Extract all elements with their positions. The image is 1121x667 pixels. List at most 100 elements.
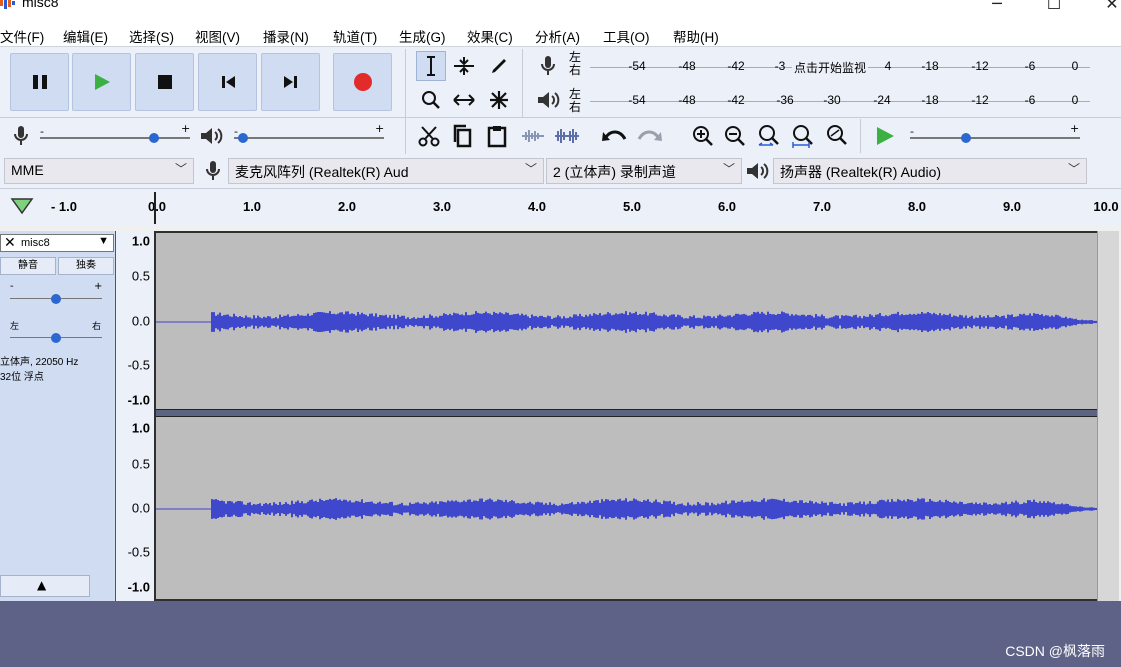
zoom-toggle-icon <box>827 125 847 145</box>
timeline-label: 6.0 <box>717 199 737 214</box>
menu-view[interactable]: 视图(V) <box>195 26 240 46</box>
left-channel-label: 左 <box>569 87 582 101</box>
monitor-prompt[interactable]: 点击开始监视 <box>791 59 869 76</box>
toolbar-separator <box>0 117 1121 118</box>
playback-meter-button[interactable] <box>533 85 563 115</box>
zoom-out-button[interactable] <box>720 121 750 151</box>
timeline-ruler[interactable]: - 1.0 0.0 1.0 2.0 3.0 4.0 5.0 6.0 7.0 8.0 9.0 10.0 <box>0 188 1121 226</box>
amplitude-label: 0.0 <box>131 500 150 516</box>
scissors-icon <box>418 126 440 147</box>
mute-button[interactable]: 静音 <box>0 257 56 275</box>
slider-thumb[interactable] <box>51 294 61 304</box>
playback-volume-speaker-button[interactable] <box>196 121 226 151</box>
zoom-tool-icon <box>422 91 440 109</box>
track-name-bar[interactable]: ✕ misc8 ▼ <box>0 234 114 252</box>
timeline-label: 1.0 <box>242 199 262 214</box>
playhead-marker[interactable] <box>154 192 156 224</box>
menu-transport[interactable]: 播录(N) <box>263 26 309 46</box>
multi-tool-button[interactable] <box>484 85 514 115</box>
meter-tick: -3 <box>774 59 786 73</box>
chevron-down-icon: ﹀ <box>722 162 735 176</box>
playback-device-value: 扬声器 (Realtek(R) Audio) <box>780 164 942 180</box>
menu-edit[interactable]: 编辑(E) <box>63 26 108 46</box>
meter-tick: -6 <box>1024 93 1036 107</box>
pin-head-icon[interactable] <box>10 197 34 215</box>
audio-host-select[interactable]: MME ﹀ <box>4 158 194 184</box>
meter-tick: -12 <box>971 59 989 73</box>
timeshift-tool-icon <box>453 94 475 106</box>
recording-device-select[interactable]: 麦克风阵列 (Realtek(R) Aud ﹀ <box>228 158 544 184</box>
slider-thumb[interactable] <box>149 133 159 143</box>
record-icon <box>353 73 372 91</box>
play-button[interactable] <box>72 53 131 111</box>
menu-select[interactable]: 选择(S) <box>129 26 174 46</box>
stop-button[interactable] <box>135 53 194 111</box>
trim-audio-button[interactable] <box>518 121 548 151</box>
record-volume-mic-button[interactable] <box>6 121 36 151</box>
vertical-amplitude-ruler[interactable]: 1.0 0.5 0.0 -0.5 -1.0 1.0 0.5 0.0 -0.5 -1.0 <box>116 231 154 601</box>
fit-project-button[interactable] <box>788 121 818 151</box>
slider-thumb[interactable] <box>238 133 248 143</box>
close-track-icon[interactable]: ✕ <box>4 234 16 251</box>
fit-selection-button[interactable] <box>754 121 784 151</box>
zoom-toggle-button[interactable] <box>822 121 852 151</box>
track-menu-chevron-icon[interactable]: ▼ <box>98 235 109 247</box>
menu-help[interactable]: 帮助(H) <box>673 26 719 46</box>
pan-left-label: 左 <box>10 322 20 332</box>
record-meter-button[interactable] <box>533 51 563 81</box>
recording-device-value: 麦克风阵列 (Realtek(R) Aud <box>235 164 409 180</box>
zoom-tool-button[interactable] <box>416 85 446 115</box>
menu-analyze[interactable]: 分析(A) <box>535 26 580 46</box>
left-channel-label: 左 <box>569 50 582 64</box>
record-meter[interactable]: -54 -48 -42 -3 点击开始监视 4 -18 -12 -6 0 <box>590 53 1090 81</box>
device-toolbar: MME ﹀ 麦克风阵列 (Realtek(R) Aud ﹀ 2 (立体声) 录制… <box>0 154 1121 188</box>
meter-tick: -36 <box>776 93 794 107</box>
slider-thumb[interactable] <box>51 333 61 343</box>
amplitude-label: 0.5 <box>131 456 150 472</box>
undo-icon <box>602 130 627 141</box>
collapse-track-button[interactable]: ▲ <box>0 575 90 597</box>
speaker-icon <box>201 128 223 144</box>
menu-file[interactable]: 文件(F) <box>0 26 44 46</box>
cut-button[interactable] <box>414 121 444 151</box>
undo-button[interactable] <box>600 121 630 151</box>
record-button[interactable] <box>333 53 392 111</box>
solo-button[interactable]: 独奏 <box>58 257 114 275</box>
waveform-display[interactable] <box>154 231 1117 601</box>
skip-to-end-button[interactable] <box>261 53 320 111</box>
track-bitdepth-info: 32位 浮点 <box>0 372 44 383</box>
redo-button[interactable] <box>634 121 664 151</box>
envelope-tool-button[interactable] <box>449 51 479 81</box>
close-button[interactable]: ✕ <box>1101 0 1121 14</box>
menu-effect[interactable]: 效果(C) <box>467 26 513 46</box>
recording-channels-select[interactable]: 2 (立体声) 录制声道 ﹀ <box>546 158 742 184</box>
maximize-button[interactable]: ☐ <box>1043 0 1065 14</box>
stop-icon <box>157 75 172 89</box>
watermark-text: CSDN @枫落雨 <box>1005 643 1105 659</box>
selection-tool-button[interactable] <box>416 51 446 81</box>
copy-button[interactable] <box>448 121 478 151</box>
play-icon <box>877 127 894 145</box>
zoom-in-button[interactable] <box>688 121 718 151</box>
draw-tool-button[interactable] <box>484 51 514 81</box>
silence-audio-button[interactable] <box>552 121 582 151</box>
slider-thumb[interactable] <box>961 133 972 143</box>
paste-button[interactable] <box>482 121 512 151</box>
playback-meter[interactable]: -54 -48 -42 -36 -30 -24 -18 -12 -6 0 <box>590 87 1090 115</box>
menu-generate[interactable]: 生成(G) <box>399 26 446 46</box>
fit-selection-icon <box>758 125 779 146</box>
output-device-speaker-icon-wrapper <box>742 156 772 186</box>
empty-project-area[interactable]: CSDN @枫落雨 <box>0 601 1121 667</box>
play-at-speed-button[interactable] <box>870 121 900 151</box>
skip-to-start-button[interactable] <box>198 53 257 111</box>
meter-tick: -54 <box>628 93 646 107</box>
amplitude-label: 1.0 <box>131 233 150 249</box>
minimize-button[interactable]: ─ <box>986 0 1008 14</box>
playback-device-select[interactable]: 扬声器 (Realtek(R) Audio) ﹀ <box>773 158 1087 184</box>
pause-button[interactable] <box>10 53 69 111</box>
channel-divider[interactable] <box>156 409 1117 417</box>
menu-tracks[interactable]: 轨道(T) <box>333 26 377 46</box>
menu-tools[interactable]: 工具(O) <box>603 26 650 46</box>
timeshift-tool-button[interactable] <box>449 85 479 115</box>
meter-tick: 0 <box>1071 93 1079 107</box>
